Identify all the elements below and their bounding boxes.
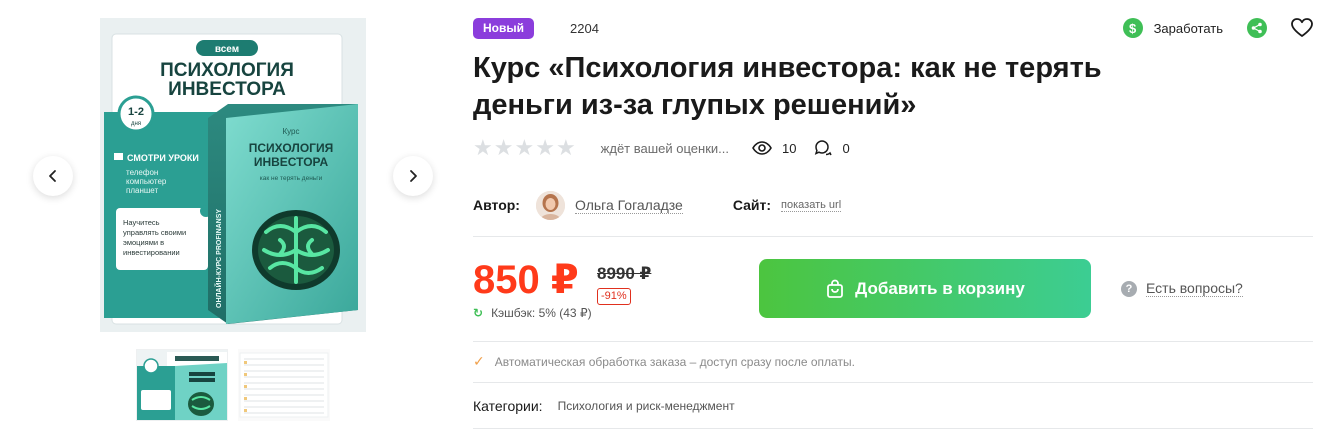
earn-button[interactable]: $ Заработать	[1122, 18, 1223, 38]
chevron-left-icon	[49, 170, 56, 182]
divider	[473, 428, 1313, 429]
gallery-prev-button[interactable]	[33, 156, 73, 196]
product-id: 2204	[570, 21, 599, 36]
box-title-line2: ИНВЕСТОРА	[254, 155, 329, 169]
star-icon[interactable]: ★	[514, 137, 534, 159]
category-link[interactable]: Психология и риск-менеджмент	[558, 399, 735, 413]
box-kind: Курс	[282, 127, 299, 136]
cashback: ↻ Кэшбэк: 5% (43 ₽)	[473, 306, 592, 320]
earn-label: Заработать	[1153, 20, 1223, 36]
dollar-icon: $	[1122, 18, 1143, 38]
discount-badge: -91%	[597, 288, 631, 305]
auto-processing-text: Автоматическая обработка заказа – доступ…	[494, 354, 855, 369]
star-rating[interactable]: ★ ★ ★ ★ ★	[473, 137, 577, 159]
views-value: 10	[782, 140, 797, 156]
product-info: Новый 2204 $ Заработать Курс «Психология…	[473, 0, 1313, 444]
divider	[473, 236, 1313, 237]
cover-learn-2: управлять своими	[123, 228, 186, 237]
site-label: Сайт:	[732, 197, 772, 213]
product-title: Курс «Психология инвестора: как не терят…	[473, 52, 1102, 121]
cover-device-3: планшет	[126, 186, 158, 195]
shopping-bag-icon	[827, 279, 844, 298]
check-icon: ✓	[473, 353, 485, 369]
cover-title-line2: ИНВЕСТОРА	[168, 79, 286, 100]
show-url-link[interactable]: показать url	[781, 199, 842, 212]
gallery-next-button[interactable]	[393, 156, 433, 196]
gallery-thumbnail-2[interactable]	[238, 349, 330, 421]
cashback-text: Кэшбэк: 5% (43 ₽)	[491, 306, 592, 320]
comments-icon	[815, 140, 833, 156]
product-gallery: всем ПСИХОЛОГИЯ ИНВЕСТОРА 1-2 дня СМОТРИ…	[30, 0, 440, 444]
divider	[473, 341, 1313, 342]
star-icon[interactable]: ★	[473, 137, 493, 159]
box-side-text: ОНЛАЙН-КУРС PROFINANSY	[214, 209, 223, 308]
categories-row: Категории: Психология и риск-менеджмент	[473, 398, 735, 414]
cover-learn-4: инвестировании	[123, 248, 180, 257]
star-icon[interactable]: ★	[535, 137, 555, 159]
star-icon[interactable]: ★	[494, 137, 514, 159]
ask-question-link[interactable]: ? Есть вопросы?	[1121, 280, 1243, 297]
cover-learn-1: Научитесь	[123, 218, 160, 227]
author-label: Автор:	[473, 197, 520, 213]
new-badge: Новый	[473, 18, 534, 39]
add-to-cart-label: Добавить в корзину	[855, 278, 1025, 298]
cover-days-word: дня	[131, 121, 141, 127]
auto-processing-note: ✓ Автоматическая обработка заказа – дост…	[473, 353, 855, 370]
rating-row: ★ ★ ★ ★ ★ ждёт вашей оценки... 10 0	[473, 137, 868, 159]
current-price: 850 ₽	[473, 258, 579, 302]
box-subtitle: как не терять деньги	[260, 175, 323, 182]
ask-question-label: Есть вопросы?	[1146, 280, 1243, 297]
eye-icon	[752, 141, 772, 155]
cover-title-line1: ПСИХОЛОГИЯ	[160, 60, 294, 81]
star-icon[interactable]: ★	[556, 137, 576, 159]
old-price: 8990 ₽	[597, 264, 652, 283]
refresh-icon: ↻	[473, 306, 484, 320]
box-title-line1: ПСИХОЛОГИЯ	[249, 141, 333, 155]
cover-device-2: компьютер	[126, 177, 167, 186]
brain-illustration	[252, 210, 340, 290]
cover-learn-3: эмоциями в	[123, 238, 164, 247]
add-to-cart-button[interactable]: Добавить в корзину	[759, 259, 1091, 318]
share-icon[interactable]	[1247, 18, 1267, 38]
views-count: 10	[752, 141, 796, 156]
cover-device-1: телефон	[126, 168, 158, 177]
comments-value: 0	[842, 140, 850, 156]
rating-text: ждёт вашей оценки...	[600, 140, 729, 156]
gallery-thumbnail-1[interactable]	[136, 349, 228, 421]
chevron-right-icon	[410, 170, 417, 182]
author-row: Автор: Ольга Гогаладзе Сайт: показать ur…	[473, 190, 842, 220]
divider	[473, 382, 1313, 383]
cover-tag: всем	[215, 44, 239, 55]
comments-count[interactable]: 0	[814, 139, 850, 157]
avatar[interactable]	[535, 190, 565, 220]
cover-watch-heading: СМОТРИ УРОКИ	[127, 153, 199, 163]
product-main-image[interactable]: всем ПСИХОЛОГИЯ ИНВЕСТОРА 1-2 дня СМОТРИ…	[100, 18, 366, 332]
cover-days-number: 1-2	[128, 106, 144, 118]
top-actions: $ Заработать	[1122, 17, 1313, 39]
categories-label: Категории:	[473, 398, 543, 414]
question-icon: ?	[1121, 280, 1137, 297]
heart-icon[interactable]	[1291, 17, 1313, 39]
author-name-link[interactable]: Ольга Гогаладзе	[574, 197, 683, 214]
